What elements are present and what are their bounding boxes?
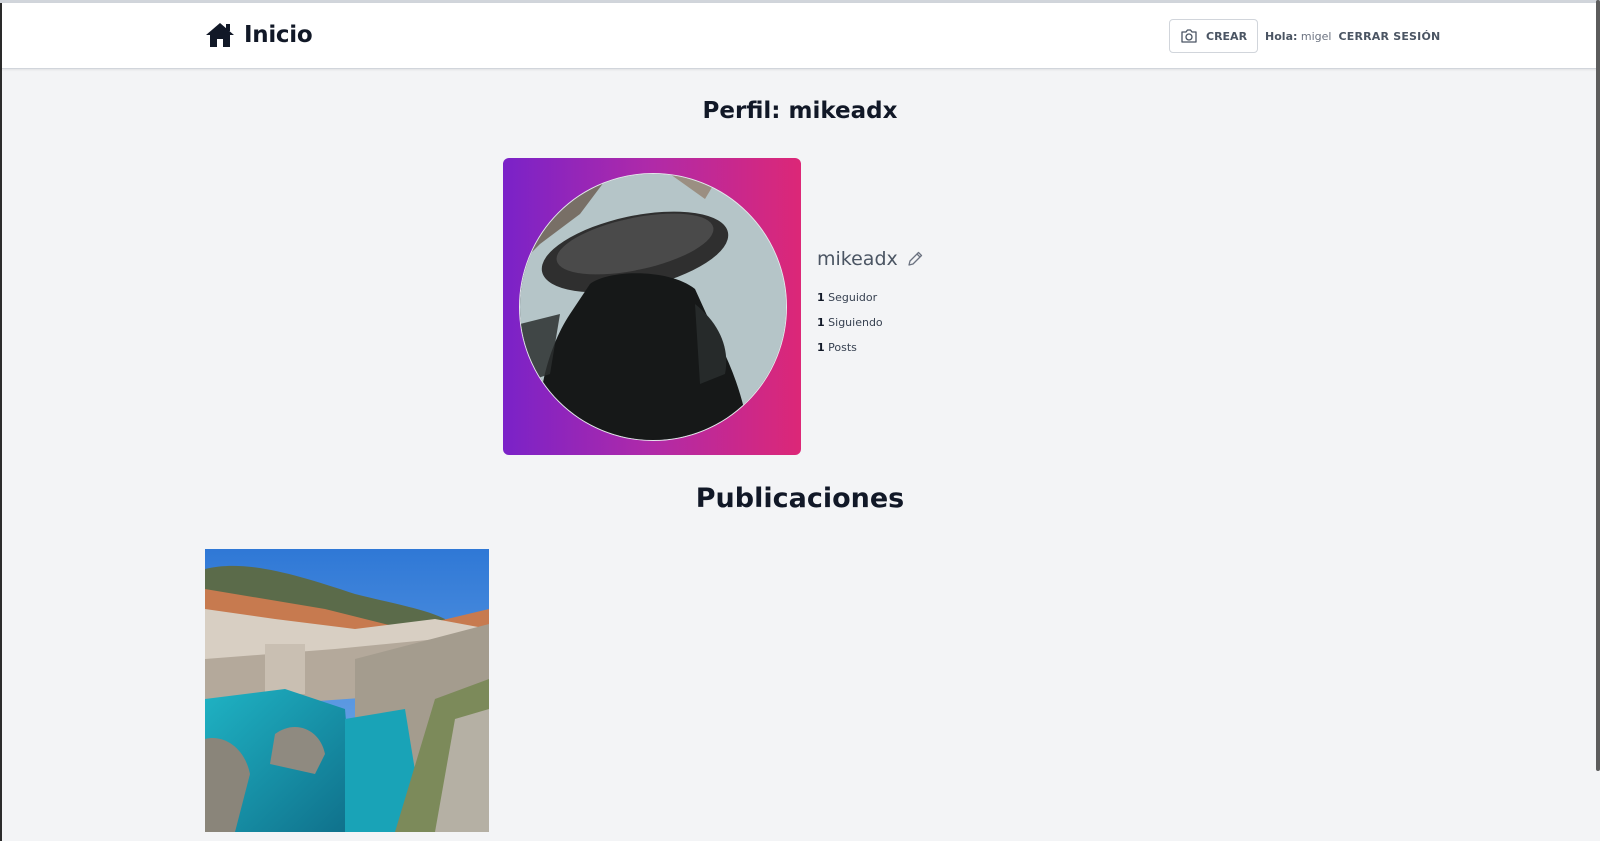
user-info: mikeadx [817,248,924,270]
logout-button[interactable]: CERRAR SESIÓN [1338,30,1440,43]
home-icon [204,21,236,49]
following-stat: 1 Siguiendo [817,316,883,329]
profile-title-text: Perfil: mikeadx [702,98,898,124]
user-nav: CREAR Hola: migel CERRAR SESIÓN [1169,19,1440,53]
followers-stat: 1 Seguidor [817,291,877,304]
following-label: Siguiendo [828,316,883,329]
username-row: mikeadx [817,248,924,270]
create-post-button[interactable]: CREAR [1169,19,1259,53]
greeting: Hola: migel [1265,30,1331,43]
scrollbar[interactable] [1596,0,1600,771]
followers-count: 1 [817,291,825,304]
post-thumbnail[interactable] [205,549,489,832]
home-link-label: Inicio [244,22,313,48]
page-title: Perfil: mikeadx [0,98,1600,124]
publications-heading: Publicaciones [695,483,905,514]
following-count: 1 [817,316,825,329]
profile-username: mikeadx [817,248,898,270]
followers-label: Seguidor [828,291,878,304]
greeting-username: migel [1300,29,1332,43]
posts-label: Posts [828,341,857,354]
posts-count: 1 [817,341,825,354]
greeting-label: Hola: [1265,29,1298,43]
avatar[interactable] [519,173,787,441]
camera-icon [1180,28,1198,44]
posts-stat: 1 Posts [817,341,857,354]
avatar-card [503,158,801,455]
home-link[interactable]: Inicio [204,21,313,49]
create-post-label: CREAR [1206,29,1248,43]
pencil-icon[interactable] [906,250,924,268]
top-navbar: Inicio CREAR Hola: migel CERRAR SESIÓN [2,3,1598,69]
